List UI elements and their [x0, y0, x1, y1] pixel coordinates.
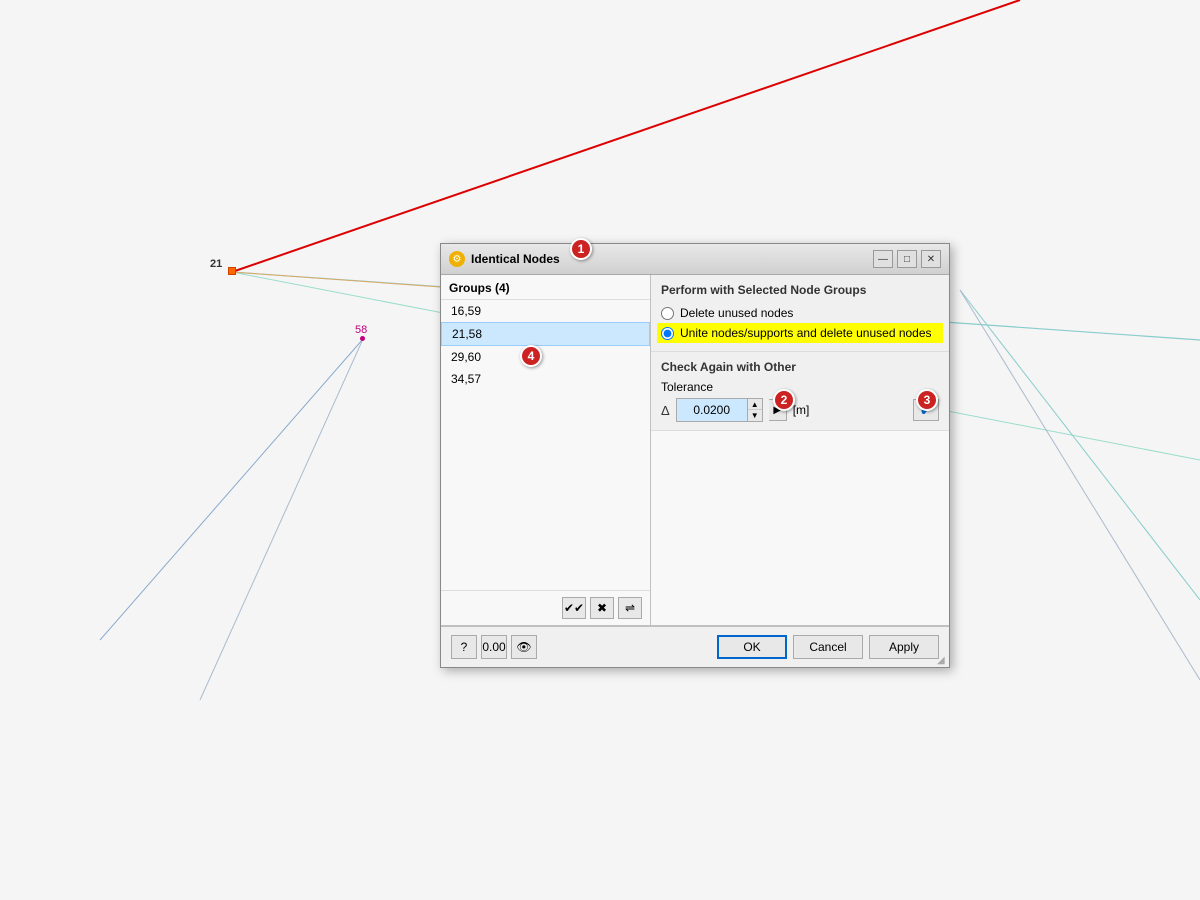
list-item-selected[interactable]: 21,58	[441, 322, 650, 346]
badge-2: 2	[773, 389, 795, 411]
radio-delete-input[interactable]	[661, 307, 674, 320]
badge-1: 1	[570, 238, 592, 260]
groups-list-area[interactable]: 16,59 21,58 29,60 34,57	[441, 300, 650, 590]
radio-unite-input[interactable]	[661, 327, 674, 340]
groups-toolbar: ✔✔ ✖ ⇌	[441, 590, 650, 625]
groups-header: Groups (4)	[441, 275, 650, 300]
dialog-content: Groups (4) 16,59 21,58 29,60 34,57 ✔✔ ✖ …	[441, 275, 949, 626]
close-button[interactable]: ✕	[921, 250, 941, 268]
groups-panel: Groups (4) 16,59 21,58 29,60 34,57 ✔✔ ✖ …	[441, 275, 651, 625]
groups-list: 16,59 21,58 29,60 34,57	[441, 300, 650, 390]
right-panel: Perform with Selected Node Groups Delete…	[651, 275, 949, 625]
tolerance-row: Δ ▲ ▼ ▶ [m] ✔	[661, 398, 939, 422]
ok-button[interactable]: OK	[717, 635, 787, 659]
footer-tools: ? 0.00 👁	[451, 635, 537, 659]
minimize-button[interactable]: —	[873, 250, 893, 268]
tolerance-spinners: ▲ ▼	[747, 399, 762, 421]
unit-label: [m]	[793, 403, 810, 417]
perform-section-title: Perform with Selected Node Groups	[661, 283, 939, 297]
spin-down-button[interactable]: ▼	[748, 410, 762, 421]
help-button[interactable]: ?	[451, 635, 477, 659]
radio-delete-option[interactable]: Delete unused nodes	[661, 303, 939, 323]
perform-section: Perform with Selected Node Groups Delete…	[651, 275, 949, 352]
dialog-body: Groups (4) 16,59 21,58 29,60 34,57 ✔✔ ✖ …	[441, 275, 949, 667]
list-item[interactable]: 34,57	[441, 368, 650, 390]
radio-delete-label[interactable]: Delete unused nodes	[680, 306, 793, 320]
info-button[interactable]: 0.00	[481, 635, 507, 659]
node-dot-58	[360, 336, 365, 341]
footer-actions: OK Cancel Apply	[717, 635, 939, 659]
tolerance-input[interactable]	[677, 399, 747, 421]
spin-up-button[interactable]: ▲	[748, 399, 762, 410]
radio-unite-label[interactable]: Unite nodes/supports and delete unused n…	[680, 326, 932, 340]
node-label-58: 58	[355, 324, 367, 336]
identical-nodes-dialog: ⚙ Identical Nodes — □ ✕ Groups (4) 16,59…	[440, 243, 950, 668]
dialog-icon: ⚙	[449, 251, 465, 267]
results-area	[651, 431, 949, 625]
invert-selection-button[interactable]: ⇌	[618, 597, 642, 619]
maximize-button[interactable]: □	[897, 250, 917, 268]
select-all-button[interactable]: ✔✔	[562, 597, 586, 619]
cancel-button[interactable]: Cancel	[793, 635, 863, 659]
list-item[interactable]: 29,60	[441, 346, 650, 368]
tolerance-label: Tolerance	[661, 380, 939, 394]
dialog-title: Identical Nodes	[471, 252, 560, 266]
check-section-title: Check Again with Other	[661, 360, 939, 374]
tolerance-input-wrapper: ▲ ▼	[676, 398, 763, 422]
badge-4: 4	[520, 345, 542, 367]
dialog-footer: ? 0.00 👁 OK Cancel Apply	[441, 626, 949, 667]
delta-symbol: Δ	[661, 403, 670, 418]
dialog-title-left: ⚙ Identical Nodes	[449, 251, 560, 267]
dialog-titlebar: ⚙ Identical Nodes — □ ✕	[441, 244, 949, 275]
resize-handle[interactable]: ◢	[937, 655, 947, 665]
radio-unite-option[interactable]: Unite nodes/supports and delete unused n…	[657, 323, 943, 343]
check-section: Check Again with Other Tolerance Δ ▲ ▼ ▶	[651, 352, 949, 431]
dialog-title-controls: — □ ✕	[873, 250, 941, 268]
badge-3: 3	[916, 389, 938, 411]
view-button[interactable]: 👁	[511, 635, 537, 659]
node-label-21: 21	[210, 258, 222, 270]
list-item[interactable]: 16,59	[441, 300, 650, 322]
deselect-button[interactable]: ✖	[590, 597, 614, 619]
apply-button[interactable]: Apply	[869, 635, 939, 659]
node-dot-21	[228, 267, 236, 275]
